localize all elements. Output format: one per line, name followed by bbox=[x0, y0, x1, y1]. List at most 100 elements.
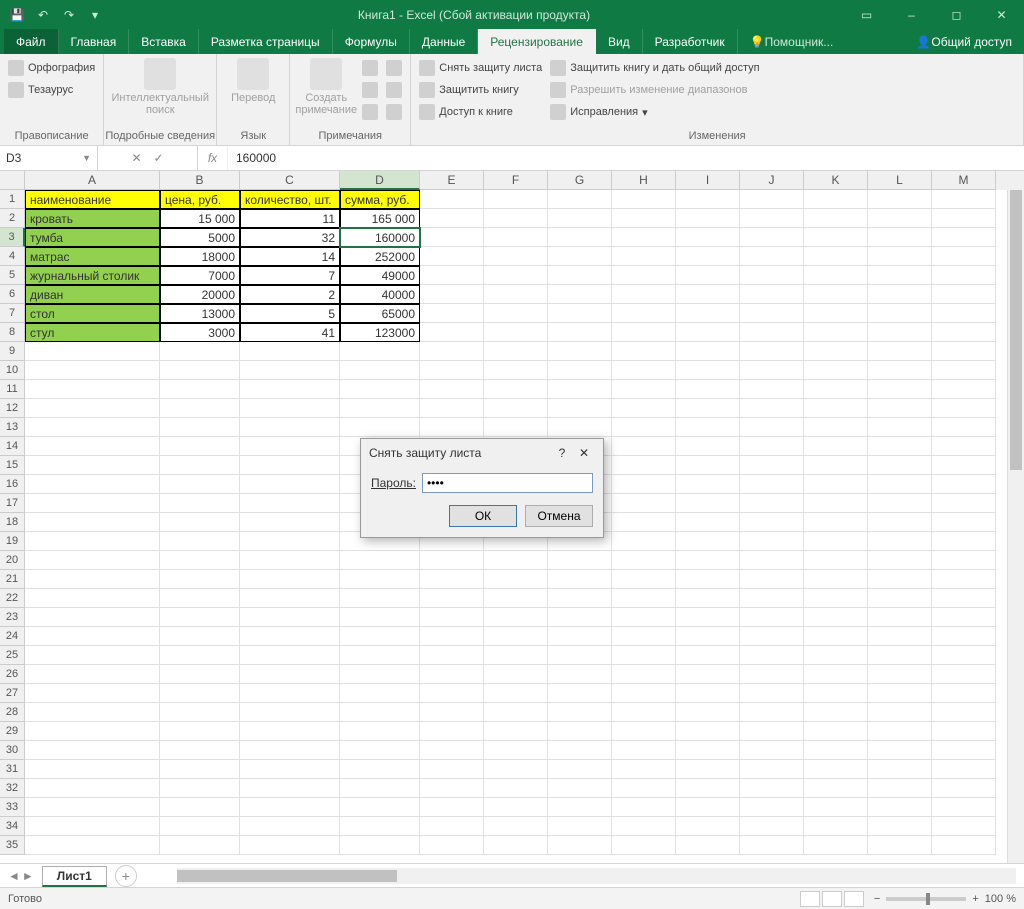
tab-view[interactable]: Вид bbox=[596, 29, 643, 54]
formula-input[interactable]: 160000 bbox=[228, 146, 1024, 170]
cell-B12[interactable] bbox=[160, 399, 240, 418]
cell-B23[interactable] bbox=[160, 608, 240, 627]
cell-empty[interactable] bbox=[548, 760, 612, 779]
zoom-in-button[interactable]: + bbox=[972, 893, 978, 905]
cell-empty[interactable] bbox=[548, 646, 612, 665]
cell-empty[interactable] bbox=[676, 646, 740, 665]
cell-A6[interactable]: диван bbox=[25, 285, 160, 304]
cell-D30[interactable] bbox=[340, 741, 420, 760]
cell-empty[interactable] bbox=[548, 741, 612, 760]
cell-B22[interactable] bbox=[160, 589, 240, 608]
cell-empty[interactable] bbox=[740, 551, 804, 570]
share-button[interactable]: 👤 Общий доступ bbox=[904, 29, 1024, 54]
cell-empty[interactable] bbox=[932, 741, 996, 760]
cell-C26[interactable] bbox=[240, 665, 340, 684]
cell-empty[interactable] bbox=[420, 380, 484, 399]
cell-empty[interactable] bbox=[804, 247, 868, 266]
cell-empty[interactable] bbox=[932, 779, 996, 798]
cell-empty[interactable] bbox=[932, 817, 996, 836]
cell-empty[interactable] bbox=[420, 817, 484, 836]
cell-A17[interactable] bbox=[25, 494, 160, 513]
cell-A11[interactable] bbox=[25, 380, 160, 399]
cell-empty[interactable] bbox=[484, 285, 548, 304]
col-header-L[interactable]: L bbox=[868, 171, 932, 190]
cell-empty[interactable] bbox=[548, 570, 612, 589]
cell-empty[interactable] bbox=[932, 836, 996, 855]
cell-empty[interactable] bbox=[548, 323, 612, 342]
cell-empty[interactable] bbox=[548, 361, 612, 380]
row-header-33[interactable]: 33 bbox=[0, 798, 25, 817]
tab-developer[interactable]: Разработчик bbox=[643, 29, 738, 54]
cell-B3[interactable]: 5000 bbox=[160, 228, 240, 247]
cell-empty[interactable] bbox=[676, 665, 740, 684]
cell-empty[interactable] bbox=[868, 342, 932, 361]
cell-B32[interactable] bbox=[160, 779, 240, 798]
cell-C31[interactable] bbox=[240, 760, 340, 779]
cell-empty[interactable] bbox=[612, 627, 676, 646]
cell-A16[interactable] bbox=[25, 475, 160, 494]
cell-C16[interactable] bbox=[240, 475, 340, 494]
cell-empty[interactable] bbox=[740, 836, 804, 855]
cell-empty[interactable] bbox=[420, 570, 484, 589]
cell-empty[interactable] bbox=[612, 494, 676, 513]
cancel-formula-icon[interactable]: ✕ bbox=[131, 151, 141, 165]
cell-D23[interactable] bbox=[340, 608, 420, 627]
enter-formula-icon[interactable]: ✓ bbox=[154, 151, 164, 165]
row-header-27[interactable]: 27 bbox=[0, 684, 25, 703]
translate-button[interactable]: Перевод bbox=[223, 58, 283, 104]
smart-lookup-button[interactable]: Интеллектуальный поиск bbox=[110, 58, 210, 116]
cell-D32[interactable] bbox=[340, 779, 420, 798]
cell-empty[interactable] bbox=[868, 190, 932, 209]
row-header-26[interactable]: 26 bbox=[0, 665, 25, 684]
cell-empty[interactable] bbox=[740, 399, 804, 418]
protect-workbook-button[interactable]: Защитить книгу bbox=[417, 80, 544, 100]
ok-button[interactable]: ОК bbox=[449, 505, 517, 527]
row-header-8[interactable]: 8 bbox=[0, 323, 25, 342]
cell-empty[interactable] bbox=[676, 228, 740, 247]
cell-empty[interactable] bbox=[420, 209, 484, 228]
cell-C7[interactable]: 5 bbox=[240, 304, 340, 323]
cell-empty[interactable] bbox=[740, 247, 804, 266]
cell-A13[interactable] bbox=[25, 418, 160, 437]
cell-empty[interactable] bbox=[612, 817, 676, 836]
cell-D12[interactable] bbox=[340, 399, 420, 418]
cell-empty[interactable] bbox=[740, 760, 804, 779]
cell-B17[interactable] bbox=[160, 494, 240, 513]
cell-B28[interactable] bbox=[160, 703, 240, 722]
cell-empty[interactable] bbox=[804, 475, 868, 494]
cell-C6[interactable]: 2 bbox=[240, 285, 340, 304]
cell-D26[interactable] bbox=[340, 665, 420, 684]
name-box[interactable]: D3▼ bbox=[0, 146, 98, 170]
cell-empty[interactable] bbox=[612, 209, 676, 228]
cell-empty[interactable] bbox=[612, 437, 676, 456]
cell-empty[interactable] bbox=[676, 475, 740, 494]
cell-empty[interactable] bbox=[484, 418, 548, 437]
cell-empty[interactable] bbox=[676, 836, 740, 855]
qat-customize-icon[interactable]: ▾ bbox=[86, 6, 104, 24]
thesaurus-button[interactable]: Тезаурус bbox=[6, 80, 97, 100]
cell-empty[interactable] bbox=[484, 361, 548, 380]
cell-empty[interactable] bbox=[740, 646, 804, 665]
dialog-close-button[interactable]: ✕ bbox=[573, 446, 595, 460]
cell-B5[interactable]: 7000 bbox=[160, 266, 240, 285]
cell-empty[interactable] bbox=[612, 456, 676, 475]
cell-C20[interactable] bbox=[240, 551, 340, 570]
cell-empty[interactable] bbox=[676, 589, 740, 608]
cell-B6[interactable]: 20000 bbox=[160, 285, 240, 304]
cell-A15[interactable] bbox=[25, 456, 160, 475]
zoom-slider[interactable] bbox=[886, 897, 966, 901]
cell-A33[interactable] bbox=[25, 798, 160, 817]
cell-empty[interactable] bbox=[868, 323, 932, 342]
row-header-22[interactable]: 22 bbox=[0, 589, 25, 608]
undo-icon[interactable]: ↶ bbox=[34, 6, 52, 24]
cell-empty[interactable] bbox=[740, 684, 804, 703]
cell-B29[interactable] bbox=[160, 722, 240, 741]
cell-C10[interactable] bbox=[240, 361, 340, 380]
cell-empty[interactable] bbox=[676, 209, 740, 228]
cell-empty[interactable] bbox=[420, 760, 484, 779]
cell-empty[interactable] bbox=[548, 380, 612, 399]
cell-empty[interactable] bbox=[484, 684, 548, 703]
cell-empty[interactable] bbox=[868, 551, 932, 570]
cell-empty[interactable] bbox=[804, 798, 868, 817]
cell-empty[interactable] bbox=[484, 209, 548, 228]
